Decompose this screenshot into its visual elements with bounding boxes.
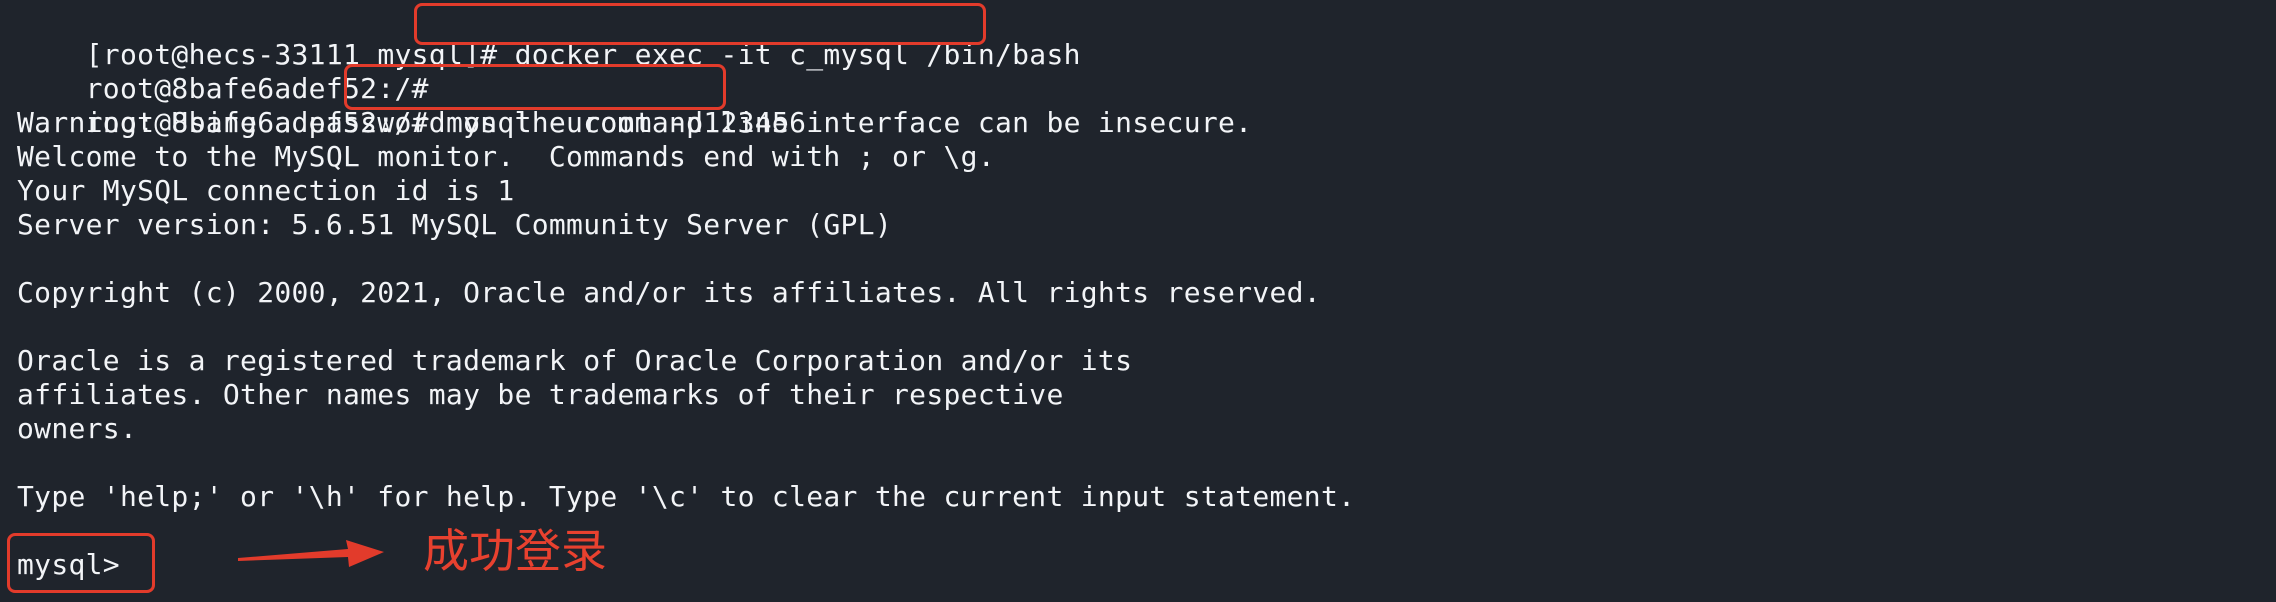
help-line: Type 'help;' or '\h' for help. Type '\c'… xyxy=(17,480,1356,513)
warning-line: Warning: Using a password on the command… xyxy=(17,106,1253,139)
server-version-line: Server version: 5.6.51 MySQL Community S… xyxy=(17,208,893,241)
welcome-line: Welcome to the MySQL monitor. Commands e… xyxy=(17,140,995,173)
trademark-line-2: affiliates. Other names may be trademark… xyxy=(17,378,1064,411)
terminal-window[interactable]: [root@hecs-33111 mysql]# docker exec -it… xyxy=(0,0,2276,602)
copyright-line: Copyright (c) 2000, 2021, Oracle and/or … xyxy=(17,276,1321,309)
trademark-line-3: owners. xyxy=(17,412,138,445)
success-login-annotation: 成功登录 xyxy=(423,524,607,578)
arrow-right-icon xyxy=(238,540,384,567)
highlight-box-docker-exec xyxy=(414,3,986,45)
highlight-box-mysql-login xyxy=(344,64,726,110)
connection-id-line: Your MySQL connection id is 1 xyxy=(17,174,515,207)
highlight-box-mysql-prompt xyxy=(7,533,155,593)
trademark-line-1: Oracle is a registered trademark of Orac… xyxy=(17,344,1133,377)
